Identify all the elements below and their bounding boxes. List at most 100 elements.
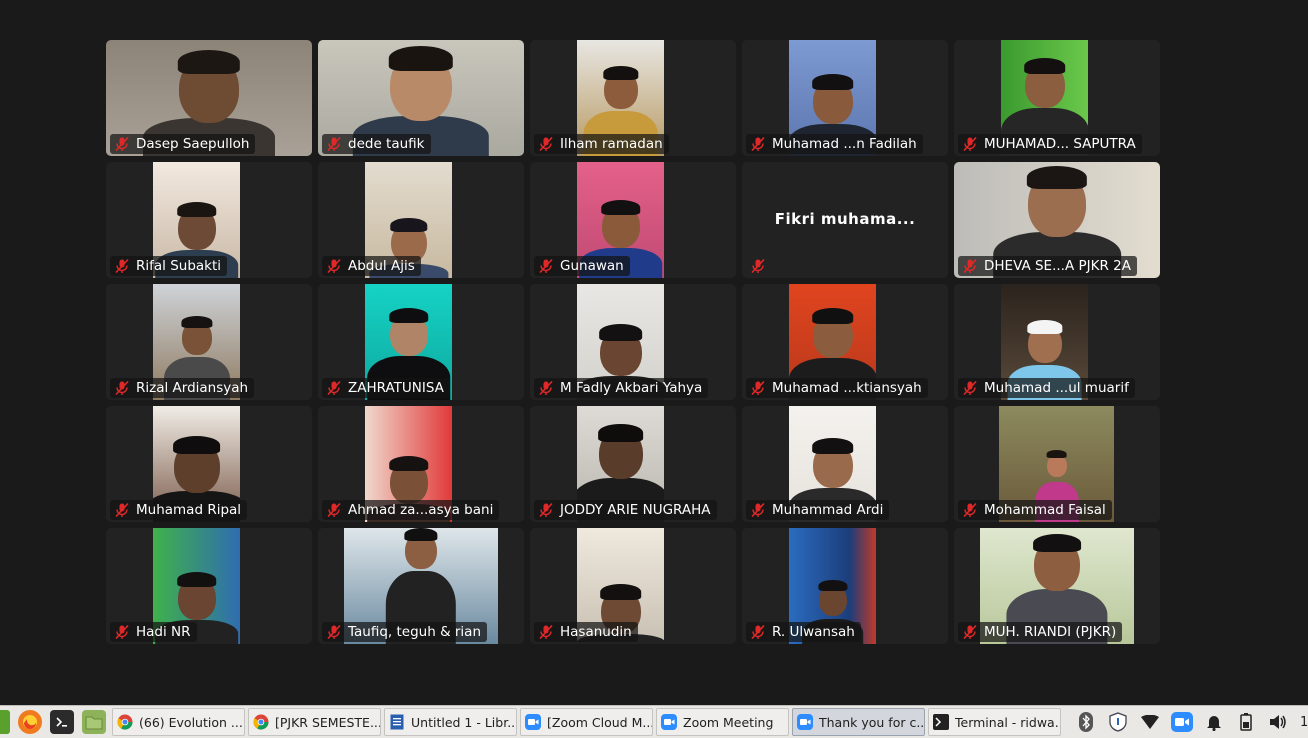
- terminal-icon: [933, 714, 949, 730]
- task-label: [PJKR SEMESTE...: [275, 714, 381, 730]
- participant-tile[interactable]: Fikri muhama...: [742, 162, 948, 278]
- participant-nameplate: Ahmad za...asya bani: [322, 500, 500, 520]
- volume-icon[interactable]: [1267, 711, 1289, 733]
- participant-tile[interactable]: Rizal Ardiansyah: [106, 284, 312, 400]
- participant-tile[interactable]: Muhamad ...n Fadilah: [742, 40, 948, 156]
- participant-tile[interactable]: ZAHRATUNISA: [318, 284, 524, 400]
- participant-tile[interactable]: Muhamad Ripal: [106, 406, 312, 522]
- menu-icon[interactable]: [0, 710, 10, 734]
- participant-name: Abdul Ajis: [348, 258, 415, 274]
- participant-tile[interactable]: Rifal Subakti: [106, 162, 312, 278]
- participant-name: Muhamad ...ktiansyah: [772, 380, 922, 396]
- chrome-icon: [117, 714, 133, 730]
- taskbar-task-4[interactable]: [Zoom Cloud M...: [520, 708, 653, 736]
- muted-mic-icon: [327, 502, 341, 518]
- participant-tile[interactable]: Abdul Ajis: [318, 162, 524, 278]
- participant-tile[interactable]: Ahmad za...asya bani: [318, 406, 524, 522]
- participant-nameplate: Muhammad Ardi: [746, 500, 890, 520]
- participant-name: Mohammad Faisal: [984, 502, 1106, 518]
- participant-nameplate: MUHAMAD... SAPUTRA: [958, 134, 1142, 154]
- bell-icon[interactable]: [1203, 711, 1225, 733]
- participant-nameplate: dede taufik: [322, 134, 431, 154]
- participant-tile[interactable]: R. Ulwansah: [742, 528, 948, 644]
- participant-name: Ahmad za...asya bani: [348, 502, 494, 518]
- participant-name: Muhamad ...n Fadilah: [772, 136, 917, 152]
- participant-name: Muhamad Ripal: [136, 502, 242, 518]
- taskbar-task-5[interactable]: Zoom Meeting: [656, 708, 789, 736]
- task-label: Untitled 1 - Libr...: [411, 714, 517, 730]
- participant-tile[interactable]: M Fadly Akbari Yahya: [530, 284, 736, 400]
- muted-mic-icon: [751, 502, 765, 518]
- participant-name: ZAHRATUNISA: [348, 380, 444, 396]
- participant-tile[interactable]: DHEVA SE...A PJKR 2A: [954, 162, 1160, 278]
- terminal-icon[interactable]: [50, 710, 74, 734]
- participant-nameplate: Gunawan: [534, 256, 630, 276]
- participant-name: Muhammad Ardi: [772, 502, 884, 518]
- participant-tile[interactable]: Dasep Saepulloh: [106, 40, 312, 156]
- participant-nameplate: Mohammad Faisal: [958, 500, 1112, 520]
- task-label: Terminal - ridwa...: [955, 714, 1061, 730]
- participant-tile[interactable]: Hadi NR: [106, 528, 312, 644]
- wifi-icon[interactable]: [1139, 711, 1161, 733]
- firefox-icon[interactable]: [18, 710, 42, 734]
- participant-tile[interactable]: Muhamad ...ktiansyah: [742, 284, 948, 400]
- zoom-icon: [661, 714, 677, 730]
- battery-icon[interactable]: [1235, 711, 1257, 733]
- zoom-icon: [525, 714, 541, 730]
- participant-tile[interactable]: Ilham ramadan: [530, 40, 736, 156]
- task-label: Zoom Meeting: [683, 714, 774, 730]
- muted-mic-icon: [539, 624, 553, 640]
- participant-name: Rifal Subakti: [136, 258, 222, 274]
- participant-nameplate: Muhamad ...ul muarif: [958, 378, 1135, 398]
- participant-nameplate: Muhamad Ripal: [110, 500, 248, 520]
- taskbar-task-3[interactable]: Untitled 1 - Libr...: [384, 708, 517, 736]
- participant-name: Gunawan: [560, 258, 624, 274]
- participant-name: JODDY ARIE NUGRAHA: [560, 502, 711, 518]
- participant-name: dede taufik: [348, 136, 425, 152]
- taskbar-task-7[interactable]: Terminal - ridwa...: [928, 708, 1061, 736]
- vpn-shield-icon[interactable]: [1107, 711, 1129, 733]
- participant-tile[interactable]: JODDY ARIE NUGRAHA: [530, 406, 736, 522]
- participant-tile[interactable]: Muhammad Ardi: [742, 406, 948, 522]
- participant-tile[interactable]: Taufiq, teguh & rian: [318, 528, 524, 644]
- participant-name: Dasep Saepulloh: [136, 136, 250, 152]
- participant-name: Muhamad ...ul muarif: [984, 380, 1129, 396]
- participant-tile[interactable]: dede taufik: [318, 40, 524, 156]
- muted-mic-icon: [963, 502, 977, 518]
- muted-mic-icon: [963, 624, 977, 640]
- participant-tile[interactable]: Muhamad ...ul muarif: [954, 284, 1160, 400]
- participant-tile[interactable]: MUH. RIANDI (PJKR): [954, 528, 1160, 644]
- participant-nameplate: Taufiq, teguh & rian: [322, 622, 488, 642]
- zoom-tray-icon[interactable]: [1171, 711, 1193, 733]
- participant-nameplate: DHEVA SE...A PJKR 2A: [958, 256, 1137, 276]
- participant-nameplate: M Fadly Akbari Yahya: [534, 378, 709, 398]
- participant-nameplate: Ilham ramadan: [534, 134, 669, 154]
- participant-nameplate: Rizal Ardiansyah: [110, 378, 255, 398]
- taskbar-task-6[interactable]: Thank you for c...: [792, 708, 925, 736]
- participant-tile[interactable]: Mohammad Faisal: [954, 406, 1160, 522]
- participant-tile[interactable]: MUHAMAD... SAPUTRA: [954, 40, 1160, 156]
- chrome-icon: [253, 714, 269, 730]
- muted-mic-icon: [539, 380, 553, 396]
- participant-name: Hasanudin: [560, 624, 632, 640]
- participant-name: MUHAMAD... SAPUTRA: [984, 136, 1136, 152]
- muted-indicator: [746, 256, 776, 276]
- participant-nameplate: Dasep Saepulloh: [110, 134, 256, 154]
- files-icon[interactable]: [82, 710, 106, 734]
- bluetooth-icon[interactable]: [1075, 711, 1097, 733]
- participant-name-center: Fikri muhama...: [774, 210, 916, 228]
- muted-mic-icon: [751, 380, 765, 396]
- taskbar-task-1[interactable]: (66) Evolution ...: [112, 708, 245, 736]
- participant-nameplate: JODDY ARIE NUGRAHA: [534, 500, 717, 520]
- clock[interactable]: 10:31: [1300, 715, 1308, 730]
- taskbar: (66) Evolution ... [PJKR SEMESTE... Untitl…: [0, 705, 1308, 738]
- muted-mic-icon: [751, 136, 765, 152]
- participant-tile[interactable]: Hasanudin: [530, 528, 736, 644]
- video-gallery: Dasep Saepulloh dede taufik Ilham ramadan M…: [106, 40, 1161, 645]
- muted-mic-icon: [115, 258, 129, 274]
- participant-tile[interactable]: Gunawan: [530, 162, 736, 278]
- participant-nameplate: Muhamad ...ktiansyah: [746, 378, 928, 398]
- muted-mic-icon: [963, 136, 977, 152]
- taskbar-task-2[interactable]: [PJKR SEMESTE...: [248, 708, 381, 736]
- participant-nameplate: ZAHRATUNISA: [322, 378, 450, 398]
